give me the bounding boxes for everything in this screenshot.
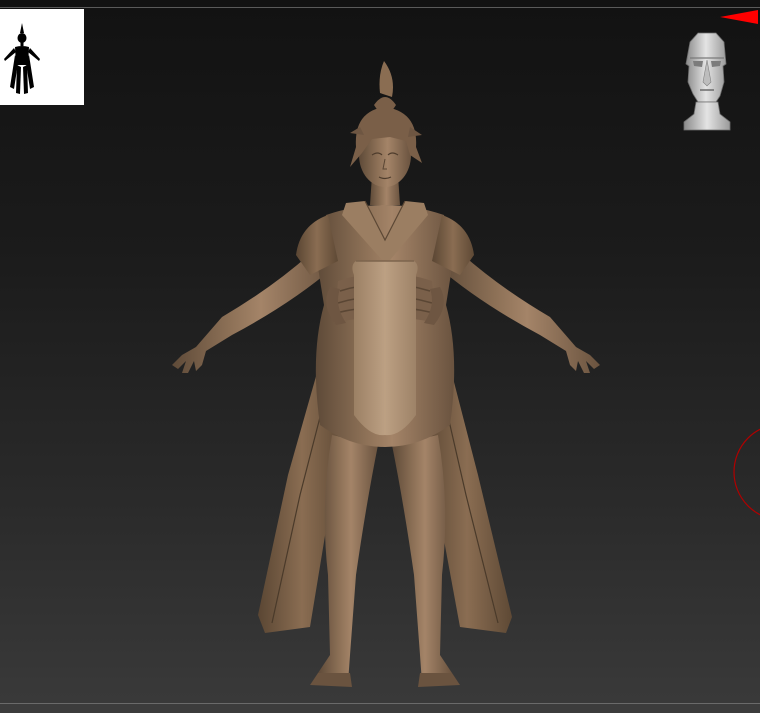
silhouette-thumbnail[interactable] [0,9,84,105]
bottom-shelf [0,704,760,713]
head-navigation-widget[interactable] [676,30,736,134]
red-arrow-icon[interactable] [718,8,760,26]
front-apron [352,261,418,436]
top-divider [0,7,760,8]
hair-spike [379,61,393,97]
rotation-circle-icon[interactable] [730,420,760,524]
sculpted-character-model[interactable] [160,55,610,695]
3d-viewport[interactable] [0,0,760,713]
silhouette-thumbnail-icon [4,23,40,94]
head-navigation-icon [683,32,731,131]
top-knot [374,97,396,111]
